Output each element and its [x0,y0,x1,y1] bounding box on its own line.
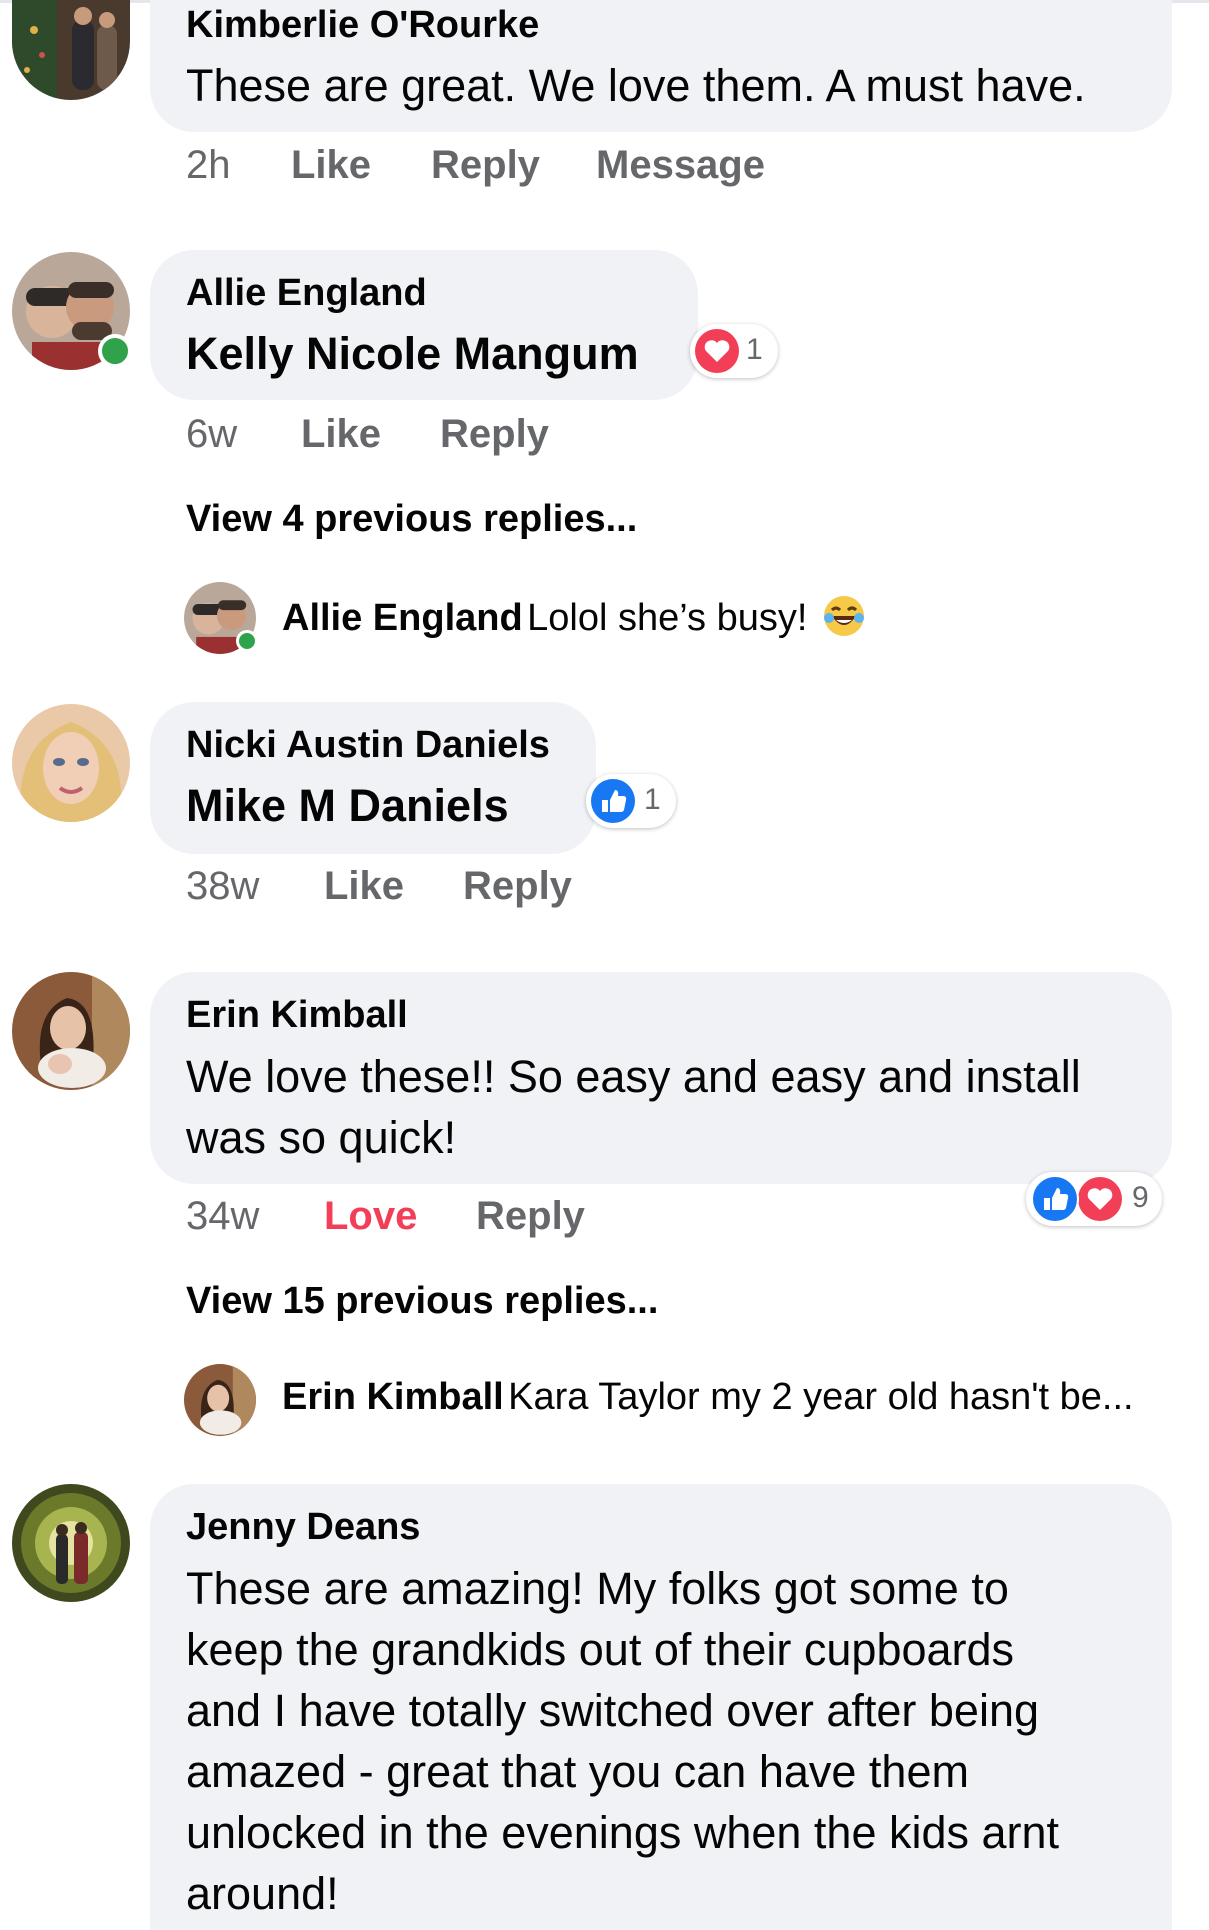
love-button[interactable]: Love [324,1194,417,1239]
comment-text-line: These are amazing! My folks got some to [186,1563,1009,1614]
heart-icon [1078,1177,1122,1221]
comment-text-line: was so quick! [186,1112,457,1163]
laughing-tears-emoji [822,594,866,638]
heart-icon [695,329,739,373]
comment-bubble[interactable]: Allie England Kelly Nicole Mangum [150,250,698,400]
reply-button[interactable]: Reply [431,143,540,188]
comment-time[interactable]: 6w [186,412,237,457]
comment-text-line: around! [186,1868,339,1919]
comment-actions: 38w Like Reply [186,864,686,914]
online-status-indicator [236,630,258,652]
comment-author[interactable]: Kimberlie O'Rourke [186,4,539,47]
reply-button[interactable]: Reply [463,864,572,909]
comment-actions: 6w Like Reply [186,412,686,462]
reaction-count: 1 [644,783,661,816]
comment-author[interactable]: Erin Kimball [186,994,408,1037]
avatar-erin[interactable] [12,972,130,1090]
latest-reply[interactable]: Erin Kimball Kara Taylor my 2 year old h… [282,1376,1134,1419]
reply-text: Kara Taylor my 2 year old hasn't be... [508,1376,1134,1418]
reply-button[interactable]: Reply [476,1194,585,1239]
comment-text: These are amazing! My folks got some to … [186,1558,1059,1924]
avatar-jenny[interactable] [12,1484,130,1602]
reaction-summary[interactable]: 1 [586,774,676,828]
tagged-user[interactable]: Mike M Daniels [186,780,509,832]
comment-bubble[interactable]: Kimberlie O'Rourke These are great. We l… [150,0,1172,132]
online-status-indicator [98,334,132,368]
comment-text-line: unlocked in the evenings when the kids a… [186,1807,1060,1858]
comment-time[interactable]: 38w [186,864,259,909]
like-icon [1031,1175,1079,1223]
reaction-count: 1 [746,333,763,366]
comment-text: These are great. We love them. A must ha… [186,60,1086,111]
comment-actions: 34w Love Reply [186,1194,686,1244]
comment-text-line: keep the grandkids out of their cupboard… [186,1624,1015,1675]
like-button[interactable]: Like [291,143,371,188]
comment-bubble[interactable]: Nicki Austin Daniels Mike M Daniels [150,702,596,854]
avatar-erin-small[interactable] [184,1364,256,1436]
comment-author[interactable]: Jenny Deans [186,1506,420,1549]
like-button[interactable]: Like [301,412,381,457]
tagged-user[interactable]: Kelly Nicole Mangum [186,328,639,380]
reply-text: Lolol she’s busy! [527,597,808,639]
comment-text-line: We love these!! So easy and easy and ins… [186,1051,1081,1102]
avatar-nicki[interactable] [12,704,130,822]
comment-author[interactable]: Allie England [186,272,427,315]
comment-author[interactable]: Nicki Austin Daniels [186,724,550,767]
comment-bubble[interactable]: Jenny Deans These are amazing! My folks … [150,1484,1172,1930]
reaction-count: 9 [1132,1181,1149,1214]
reply-button[interactable]: Reply [440,412,549,457]
comment-text: We love these!! So easy and easy and ins… [186,1046,1081,1168]
comment-time[interactable]: 2h [186,143,231,188]
comment-text-line: and I have totally switched over after b… [186,1685,1040,1736]
comment-text-line: amazed - great that you can have them [186,1746,969,1797]
reaction-summary[interactable]: 1 [690,324,778,378]
view-previous-replies-link[interactable]: View 15 previous replies... [186,1280,658,1323]
message-button[interactable]: Message [596,143,765,188]
comment-time[interactable]: 34w [186,1194,259,1239]
reply-author[interactable]: Allie England [282,597,523,639]
comment-bubble[interactable]: Erin Kimball We love these!! So easy and… [150,972,1172,1184]
view-previous-replies-link[interactable]: View 4 previous replies... [186,498,637,541]
like-button[interactable]: Like [324,864,404,909]
avatar-kimberlie[interactable] [12,0,130,100]
like-icon [591,779,635,823]
reaction-summary[interactable]: 9 [1026,1172,1162,1226]
comment-actions: 2h Like Reply Message [186,143,886,193]
reply-author[interactable]: Erin Kimball [282,1376,504,1418]
latest-reply[interactable]: Allie England Lolol she’s busy! [282,594,866,640]
